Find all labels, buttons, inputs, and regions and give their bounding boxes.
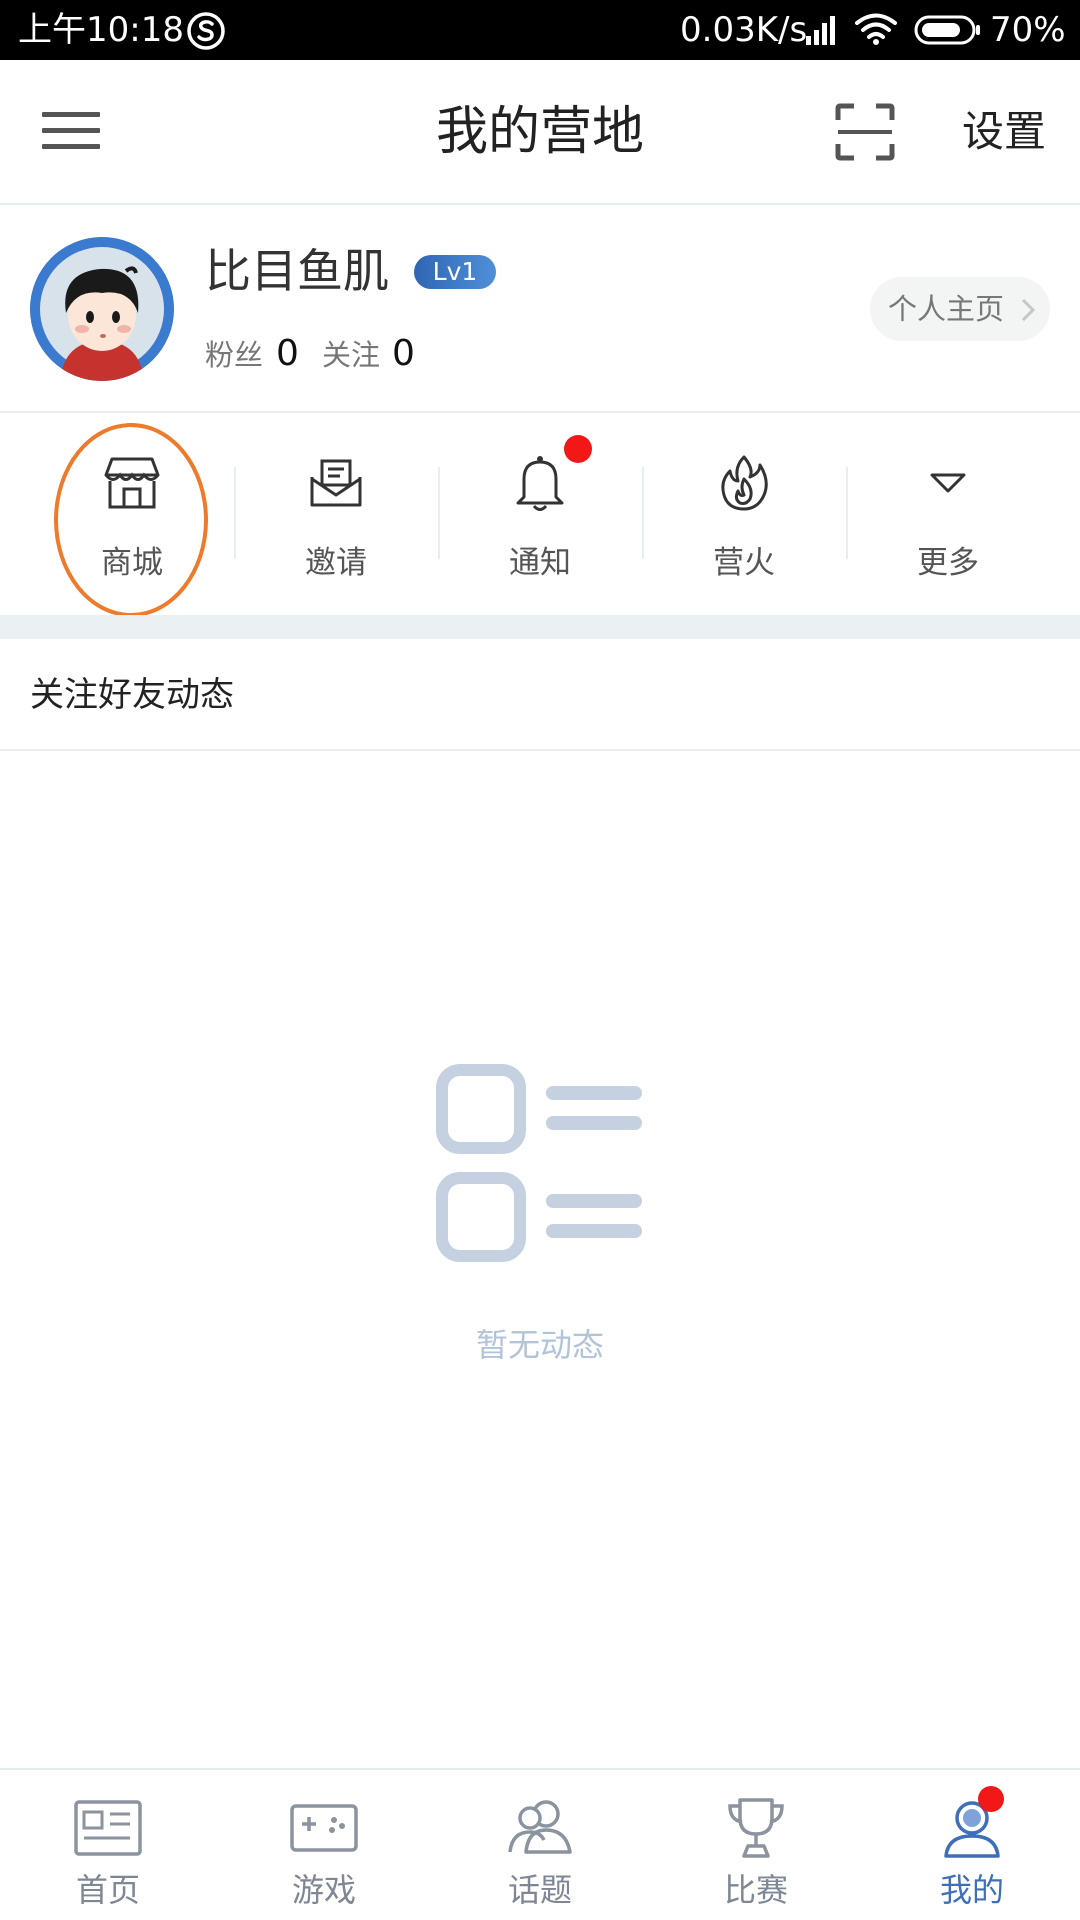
nav-label: 比赛 [723, 1871, 788, 1909]
nav-home[interactable]: 首页 [0, 1770, 216, 1920]
nav-label: 游戏 [291, 1871, 356, 1909]
following-label: 关注 [322, 338, 381, 372]
settings-button[interactable]: 设置 [962, 104, 1046, 160]
action-invite[interactable]: 邀请 [234, 415, 438, 615]
nav-topics[interactable]: 话题 [432, 1770, 648, 1920]
network-speed: 0.03K/s [680, 10, 808, 50]
gamepad-icon [290, 1804, 358, 1852]
bottom-nav: 首页 游戏 话题 比赛 我的 [0, 1768, 1080, 1920]
nav-me[interactable]: 我的 [864, 1770, 1080, 1920]
action-more[interactable]: 更多 [846, 415, 1050, 615]
nav-games[interactable]: 游戏 [216, 1770, 432, 1920]
nav-label: 首页 [75, 1871, 140, 1909]
menu-icon[interactable] [40, 106, 104, 156]
wifi-icon [855, 13, 897, 45]
action-label: 营火 [713, 545, 775, 581]
nav-badge-dot [978, 1786, 1004, 1812]
battery-icon [914, 15, 980, 45]
avatar[interactable] [30, 237, 174, 381]
chevron-right-icon [1021, 298, 1036, 322]
triangle-down-icon [930, 473, 966, 493]
level-badge: Lv1 [414, 255, 496, 289]
scan-icon[interactable] [834, 102, 896, 162]
signal-icon [806, 16, 835, 45]
app-header: 我的营地 设置 [0, 60, 1080, 205]
nav-label: 我的 [939, 1871, 1004, 1909]
nav-matches[interactable]: 比赛 [648, 1770, 864, 1920]
action-label: 通知 [509, 545, 571, 581]
sogou-icon [187, 12, 225, 50]
section-divider [0, 615, 1080, 639]
invite-envelope-icon [310, 459, 362, 507]
homepage-label: 个人主页 [888, 292, 1005, 326]
status-time: 上午10:18 [18, 10, 184, 50]
fans-count[interactable]: 0 [276, 331, 299, 377]
feed-title: 关注好友动态 [30, 675, 234, 715]
action-notify[interactable]: 通知 [438, 415, 642, 615]
battery-percent: 70% [990, 10, 1066, 50]
action-label: 更多 [917, 545, 979, 581]
page-title: 我的营地 [435, 102, 644, 162]
empty-list-icon [436, 1064, 642, 1262]
trophy-icon [728, 1798, 784, 1858]
fans-label: 粉丝 [205, 338, 264, 372]
username: 比目鱼肌 [205, 244, 389, 298]
cartoon-boy-avatar-icon [30, 237, 174, 381]
notification-dot [564, 435, 592, 463]
bell-icon [516, 456, 564, 511]
news-icon [74, 1800, 142, 1856]
following-count[interactable]: 0 [392, 331, 415, 377]
empty-state-text: 暂无动态 [475, 1326, 604, 1364]
shop-highlight-circle [54, 423, 208, 617]
homepage-button[interactable]: 个人主页 [870, 277, 1050, 341]
action-label: 邀请 [305, 545, 367, 581]
profile-card: 比目鱼肌 Lv1 粉丝 0 关注 0 个人主页 [0, 205, 1080, 413]
status-bar: 上午10:18 0.03K/s 70% [0, 0, 1080, 60]
campfire-icon [721, 455, 768, 511]
topic-people-icon [508, 1800, 572, 1854]
nav-label: 话题 [507, 1871, 572, 1909]
feed-header: 关注好友动态 [0, 639, 1080, 751]
action-campfire[interactable]: 营火 [642, 415, 846, 615]
